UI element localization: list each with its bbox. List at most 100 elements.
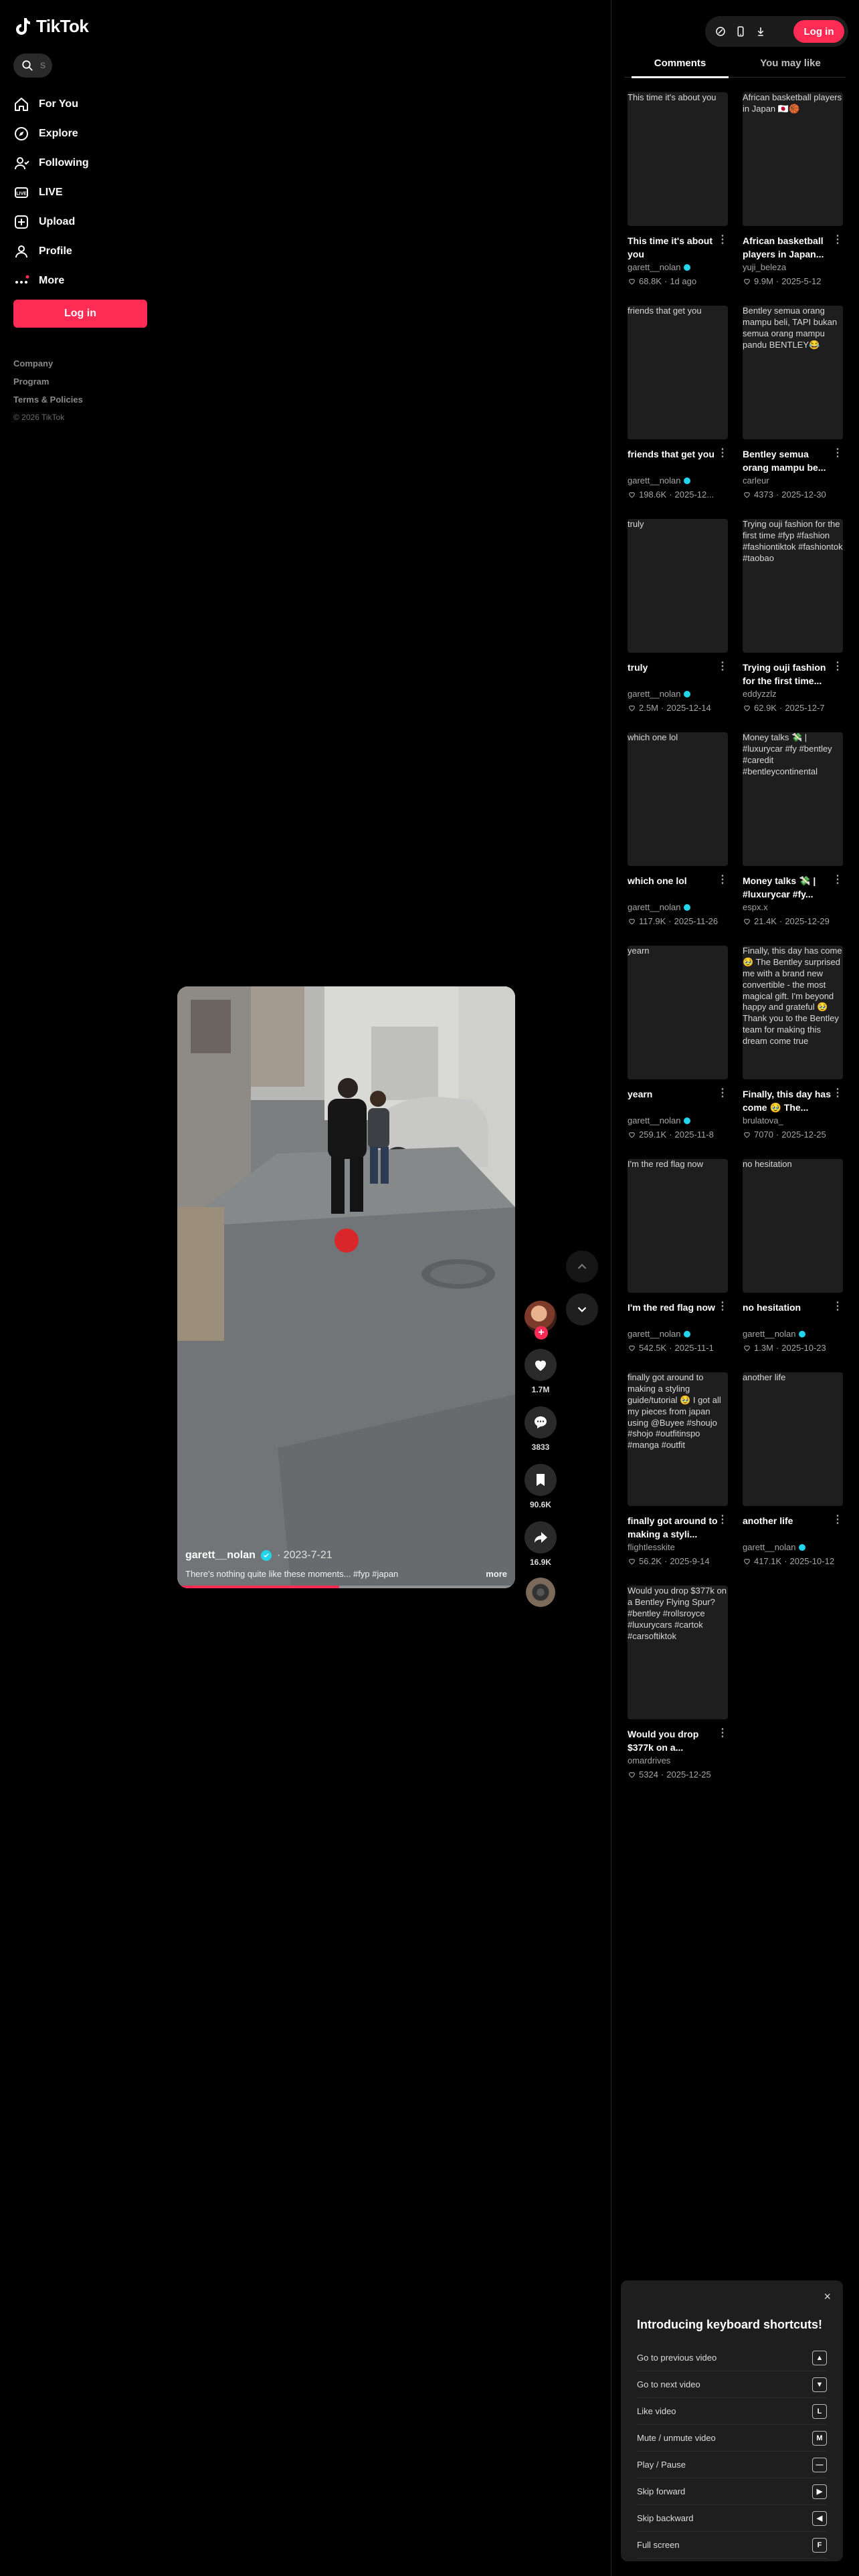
more-options-icon[interactable]: ⋮ (832, 233, 843, 246)
search-button[interactable]: S (13, 53, 52, 78)
video-thumbnail[interactable]: Finally, this day has come 🥹 The Bentley… (743, 946, 843, 1079)
video-thumbnail[interactable]: friends that get you (628, 306, 728, 439)
more-options-icon[interactable]: ⋮ (717, 446, 728, 459)
more-options-icon[interactable]: ⋮ (717, 1726, 728, 1739)
video-title[interactable]: Bentley semua orang mampu be... (743, 447, 843, 474)
recommended-video-card[interactable]: Trying ouji fashion for the first time #… (743, 519, 843, 732)
download-icon[interactable] (755, 25, 767, 37)
recommended-video-card[interactable]: another life another life ⋮ garett__nola… (743, 1372, 843, 1586)
video-author[interactable]: brulatova_ (743, 1114, 843, 1128)
video-thumbnail[interactable]: Money talks 💸 | #luxurycar #fy #bentley … (743, 732, 843, 866)
tiktok-logo[interactable]: TikTok (15, 16, 89, 37)
more-options-icon[interactable]: ⋮ (717, 1299, 728, 1313)
video-author[interactable]: carleur (743, 474, 843, 488)
comment-button[interactable] (524, 1406, 557, 1438)
recommended-video-card[interactable]: Finally, this day has come 🥹 The Bentley… (743, 946, 843, 1159)
video-title[interactable]: no hesitation (743, 1301, 843, 1327)
recommended-video-card[interactable]: which one lol which one lol ⋮ garett__no… (628, 732, 728, 946)
video-title[interactable]: truly (628, 661, 728, 687)
video-author[interactable]: omardrives (628, 1754, 728, 1767)
close-icon[interactable]: × (824, 2290, 831, 2304)
recommended-video-card[interactable]: finally got around to making a styling g… (628, 1372, 728, 1586)
nav-item-upload[interactable]: Upload (13, 207, 147, 237)
recommended-video-card[interactable]: Would you drop $377k on a Bentley Flying… (628, 1586, 728, 1799)
video-author[interactable]: espx.x (743, 901, 843, 914)
video-title[interactable]: Money talks 💸 | #luxurycar #fy... (743, 874, 843, 901)
recommended-video-card[interactable]: Money talks 💸 | #luxurycar #fy #bentley … (743, 732, 843, 946)
nav-item-for-you[interactable]: For You (13, 90, 147, 119)
video-title[interactable]: I'm the red flag now (628, 1301, 728, 1327)
nav-item-more[interactable]: More (13, 266, 147, 296)
video-title[interactable]: Finally, this day has come 🥹 The... (743, 1087, 843, 1114)
more-options-icon[interactable]: ⋮ (717, 1086, 728, 1099)
top-login-button[interactable]: Log in (793, 20, 844, 43)
video-author[interactable]: garett__nolan (628, 901, 728, 914)
video-thumbnail[interactable]: Would you drop $377k on a Bentley Flying… (628, 1586, 728, 1719)
recommended-video-card[interactable]: no hesitation no hesitation ⋮ garett__no… (743, 1159, 843, 1372)
footer-terms-link[interactable]: Terms & Policies (13, 391, 83, 409)
video-thumbnail[interactable]: yearn (628, 946, 728, 1079)
recommended-video-card[interactable]: This time it's about you This time it's … (628, 92, 728, 306)
video-player[interactable]: garett__nolan · 2023-7-21 There's nothin… (177, 986, 515, 1588)
nav-item-following[interactable]: Following (13, 148, 147, 178)
sidebar-login-button[interactable]: Log in (13, 300, 147, 328)
video-author[interactable]: garett__nolan (628, 474, 728, 488)
video-thumbnail[interactable]: Trying ouji fashion for the first time #… (743, 519, 843, 653)
tab-comments[interactable]: Comments (625, 53, 735, 78)
video-thumbnail[interactable]: finally got around to making a styling g… (628, 1372, 728, 1506)
video-author[interactable]: flightlesskite (628, 1541, 728, 1554)
video-title[interactable]: yearn (628, 1087, 728, 1114)
caption-more-button[interactable]: more (486, 1569, 507, 1579)
video-author[interactable]: garett__nolan (743, 1541, 843, 1554)
like-button[interactable] (524, 1349, 557, 1381)
video-progress-bar[interactable] (177, 1586, 515, 1588)
more-options-icon[interactable]: ⋮ (717, 233, 728, 246)
video-thumbnail[interactable]: I'm the red flag now (628, 1159, 728, 1293)
video-title[interactable]: another life (743, 1514, 843, 1541)
video-author[interactable]: garett__nolan (628, 1114, 728, 1128)
video-author[interactable]: garett__nolan (628, 687, 728, 701)
recommended-video-card[interactable]: I'm the red flag now I'm the red flag no… (628, 1159, 728, 1372)
recommended-video-card[interactable]: yearn yearn ⋮ garett__nolan 259.1K · 202… (628, 946, 728, 1159)
video-thumbnail[interactable]: This time it's about you (628, 92, 728, 226)
video-title[interactable]: This time it's about you (628, 234, 728, 261)
video-title[interactable]: which one lol (628, 874, 728, 901)
nav-item-live[interactable]: LIVE LIVE (13, 178, 147, 207)
more-options-icon[interactable]: ⋮ (832, 873, 843, 886)
video-thumbnail[interactable]: another life (743, 1372, 843, 1506)
video-thumbnail[interactable]: no hesitation (743, 1159, 843, 1293)
nav-item-profile[interactable]: Profile (13, 237, 147, 266)
video-title[interactable]: Trying ouji fashion for the first time..… (743, 661, 843, 687)
recommended-video-card[interactable]: truly truly ⋮ garett__nolan 2.5M · 2025-… (628, 519, 728, 732)
video-thumbnail[interactable]: which one lol (628, 732, 728, 866)
more-options-icon[interactable]: ⋮ (832, 659, 843, 673)
coins-icon[interactable] (714, 25, 727, 37)
video-author[interactable]: garett__nolan (185, 1549, 256, 1562)
video-author[interactable]: garett__nolan (628, 261, 728, 274)
recommended-video-card[interactable]: African basketball players in Japan 🇯🇵🏀 … (743, 92, 843, 306)
footer-program-link[interactable]: Program (13, 372, 83, 391)
save-button[interactable] (524, 1464, 557, 1496)
more-options-icon[interactable]: ⋮ (832, 1513, 843, 1526)
video-author[interactable]: garett__nolan (743, 1327, 843, 1341)
recommended-video-card[interactable]: friends that get you friends that get yo… (628, 306, 728, 519)
more-options-icon[interactable]: ⋮ (717, 659, 728, 673)
video-title[interactable]: Would you drop $377k on a... (628, 1727, 728, 1754)
video-title[interactable]: finally got around to making a styli... (628, 1514, 728, 1541)
more-options-icon[interactable]: ⋮ (832, 1299, 843, 1313)
video-thumbnail[interactable]: Bentley semua orang mampu beli, TAPI buk… (743, 306, 843, 439)
share-button[interactable] (524, 1521, 557, 1553)
follow-plus-button[interactable]: + (535, 1326, 548, 1339)
nav-item-explore[interactable]: Explore (13, 119, 147, 148)
more-options-icon[interactable]: ⋮ (832, 1086, 843, 1099)
footer-company-link[interactable]: Company (13, 354, 83, 372)
video-author[interactable]: yuji_beleza (743, 261, 843, 274)
recommended-video-card[interactable]: Bentley semua orang mampu beli, TAPI buk… (743, 306, 843, 519)
video-title[interactable]: African basketball players in Japan... (743, 234, 843, 261)
get-app-icon[interactable] (735, 25, 747, 37)
video-title[interactable]: friends that get you (628, 447, 728, 474)
previous-video-button[interactable] (566, 1251, 598, 1283)
next-video-button[interactable] (566, 1293, 598, 1325)
author-avatar[interactable]: + (524, 1301, 557, 1339)
video-thumbnail[interactable]: African basketball players in Japan 🇯🇵🏀 (743, 92, 843, 226)
